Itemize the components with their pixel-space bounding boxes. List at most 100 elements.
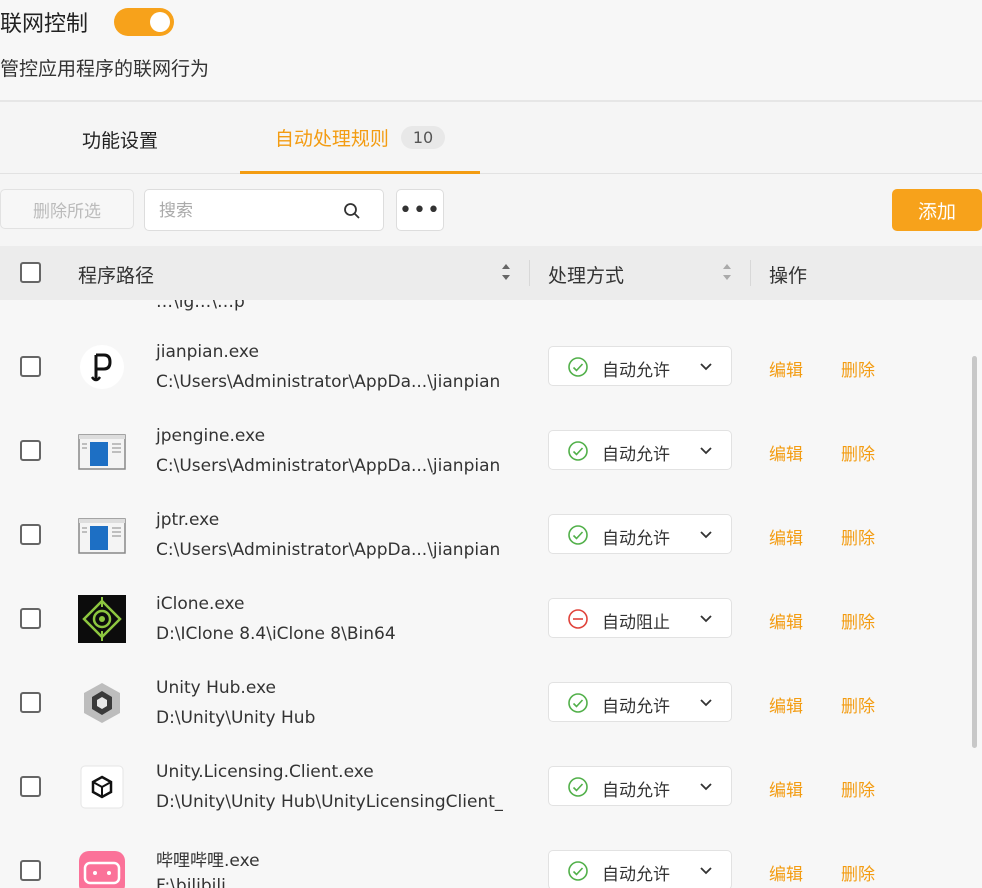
chevron-down-icon bbox=[700, 867, 712, 875]
delete-link[interactable]: 删除 bbox=[841, 356, 875, 381]
program-path: C:\Users\Administrator\AppDa...\jianpian bbox=[156, 456, 501, 476]
header: 联网控制 管控应用程序的联网行为 bbox=[0, 0, 982, 102]
window-app-icon bbox=[78, 434, 126, 470]
program-path: C:\Users\Administrator\AppDa...\jianpian bbox=[156, 372, 501, 392]
tab-bar: 功能设置 自动处理规则 10 bbox=[0, 104, 982, 174]
delete-link[interactable]: 删除 bbox=[841, 608, 875, 633]
tab-auto-rules[interactable]: 自动处理规则 10 bbox=[240, 104, 480, 174]
add-button[interactable]: 添加 bbox=[892, 189, 982, 231]
program-path: F:\bilibili bbox=[156, 876, 226, 888]
method-dropdown[interactable]: 自动允许 bbox=[548, 766, 732, 806]
table-row: iClone.exe D:\IClone 8.4\iClone 8\Bin64 … bbox=[0, 586, 970, 670]
tab-label: 功能设置 bbox=[81, 129, 158, 152]
program-name: 哔哩哔哩.exe bbox=[156, 851, 260, 871]
program-path: D:\Unity\Unity Hub bbox=[156, 708, 316, 728]
network-control-toggle[interactable] bbox=[114, 8, 174, 36]
page-title: 联网控制 bbox=[0, 12, 89, 37]
method-dropdown[interactable]: 自动阻止 bbox=[548, 598, 732, 638]
check-circle-icon bbox=[568, 693, 588, 713]
delete-link[interactable]: 删除 bbox=[841, 860, 875, 885]
row-checkbox[interactable] bbox=[20, 356, 41, 377]
program-name: iClone.exe bbox=[156, 594, 245, 614]
table-row: jpengine.exe C:\Users\Administrator\AppD… bbox=[0, 418, 970, 502]
select-all-checkbox[interactable] bbox=[20, 262, 41, 283]
column-divider bbox=[529, 260, 530, 286]
delete-link[interactable]: 删除 bbox=[841, 692, 875, 717]
unity-hub-logo-icon bbox=[84, 683, 120, 723]
more-button[interactable]: ••• bbox=[396, 189, 444, 231]
edit-link[interactable]: 编辑 bbox=[769, 692, 803, 717]
edit-link[interactable]: 编辑 bbox=[769, 608, 803, 633]
method-dropdown[interactable]: 自动允许 bbox=[548, 346, 732, 386]
column-divider bbox=[750, 260, 751, 286]
toolbar: 删除所选 ••• 添加 bbox=[0, 174, 982, 246]
search-icon[interactable] bbox=[343, 202, 361, 220]
chevron-down-icon bbox=[700, 363, 712, 371]
table-row: Unity Hub.exe D:\Unity\Unity Hub 自动允许 编辑… bbox=[0, 670, 970, 754]
check-circle-icon bbox=[568, 525, 588, 545]
method-label: 自动阻止 bbox=[602, 613, 670, 633]
chevron-down-icon bbox=[700, 447, 712, 455]
table-row: Unity.Licensing.Client.exe D:\Unity\Unit… bbox=[0, 754, 970, 838]
program-name: Unity.Licensing.Client.exe bbox=[156, 762, 374, 782]
tab-label: 自动处理规则 bbox=[274, 128, 389, 150]
edit-link[interactable]: 编辑 bbox=[769, 356, 803, 381]
sort-icon[interactable] bbox=[500, 261, 512, 283]
delete-selected-button[interactable]: 删除所选 bbox=[0, 189, 134, 229]
edit-link[interactable]: 编辑 bbox=[769, 524, 803, 549]
column-header-ops: 操作 bbox=[769, 265, 808, 287]
search-input[interactable] bbox=[159, 201, 339, 221]
edit-link[interactable]: 编辑 bbox=[769, 860, 803, 885]
block-circle-icon bbox=[568, 609, 588, 629]
program-name: jianpian.exe bbox=[156, 342, 259, 362]
jianpian-logo-icon bbox=[80, 345, 124, 389]
unity-logo-icon bbox=[80, 765, 124, 809]
program-name: jptr.exe bbox=[156, 510, 220, 530]
program-path: D:\Unity\Unity Hub\UnityLicensingClient_ bbox=[156, 792, 504, 812]
column-header-path[interactable]: 程序路径 bbox=[78, 261, 154, 288]
search-box[interactable] bbox=[144, 189, 384, 231]
table-body: …\ig…\…p jianpian.exe C:\Users\Administr… bbox=[0, 300, 982, 888]
row-checkbox[interactable] bbox=[20, 440, 41, 461]
partial-row-text: …\ig…\…p bbox=[156, 300, 245, 312]
scrollbar[interactable] bbox=[972, 356, 977, 748]
row-checkbox[interactable] bbox=[20, 524, 41, 545]
method-dropdown[interactable]: 自动允许 bbox=[548, 682, 732, 722]
method-label: 自动允许 bbox=[602, 781, 670, 801]
iclone-logo-icon bbox=[78, 595, 126, 643]
column-header-method[interactable]: 处理方式 bbox=[548, 261, 624, 288]
program-name: Unity Hub.exe bbox=[156, 678, 276, 698]
table-row: 哔哩哔哩.exe F:\bilibili 自动允许 编辑 删除 bbox=[0, 838, 970, 888]
row-checkbox[interactable] bbox=[20, 608, 41, 629]
edit-link[interactable]: 编辑 bbox=[769, 440, 803, 465]
chevron-down-icon bbox=[700, 783, 712, 791]
method-dropdown[interactable]: 自动允许 bbox=[548, 514, 732, 554]
program-path: D:\IClone 8.4\iClone 8\Bin64 bbox=[156, 624, 396, 644]
tab-settings[interactable]: 功能设置 bbox=[0, 104, 240, 174]
chevron-down-icon bbox=[700, 615, 712, 623]
delete-link[interactable]: 删除 bbox=[841, 524, 875, 549]
chevron-down-icon bbox=[700, 699, 712, 707]
table-row: jptr.exe C:\Users\Administrator\AppDa...… bbox=[0, 502, 970, 586]
delete-link[interactable]: 删除 bbox=[841, 776, 875, 801]
method-label: 自动允许 bbox=[602, 361, 670, 381]
toggle-knob bbox=[150, 12, 170, 32]
method-label: 自动允许 bbox=[602, 697, 670, 717]
table-header: 程序路径 处理方式 操作 bbox=[0, 246, 982, 300]
bilibili-logo-icon bbox=[79, 851, 125, 888]
row-checkbox[interactable] bbox=[20, 860, 41, 881]
method-dropdown[interactable]: 自动允许 bbox=[548, 850, 732, 888]
delete-link[interactable]: 删除 bbox=[841, 440, 875, 465]
table-row: jianpian.exe C:\Users\Administrator\AppD… bbox=[0, 334, 970, 418]
page-subtitle: 管控应用程序的联网行为 bbox=[0, 58, 210, 80]
method-dropdown[interactable]: 自动允许 bbox=[548, 430, 732, 470]
check-circle-icon bbox=[568, 777, 588, 797]
row-checkbox[interactable] bbox=[20, 692, 41, 713]
method-label: 自动允许 bbox=[602, 865, 670, 885]
program-path: C:\Users\Administrator\AppDa...\jianpian bbox=[156, 540, 501, 560]
sort-icon[interactable] bbox=[721, 261, 733, 283]
row-checkbox[interactable] bbox=[20, 776, 41, 797]
check-circle-icon bbox=[568, 861, 588, 881]
check-circle-icon bbox=[568, 441, 588, 461]
edit-link[interactable]: 编辑 bbox=[769, 776, 803, 801]
